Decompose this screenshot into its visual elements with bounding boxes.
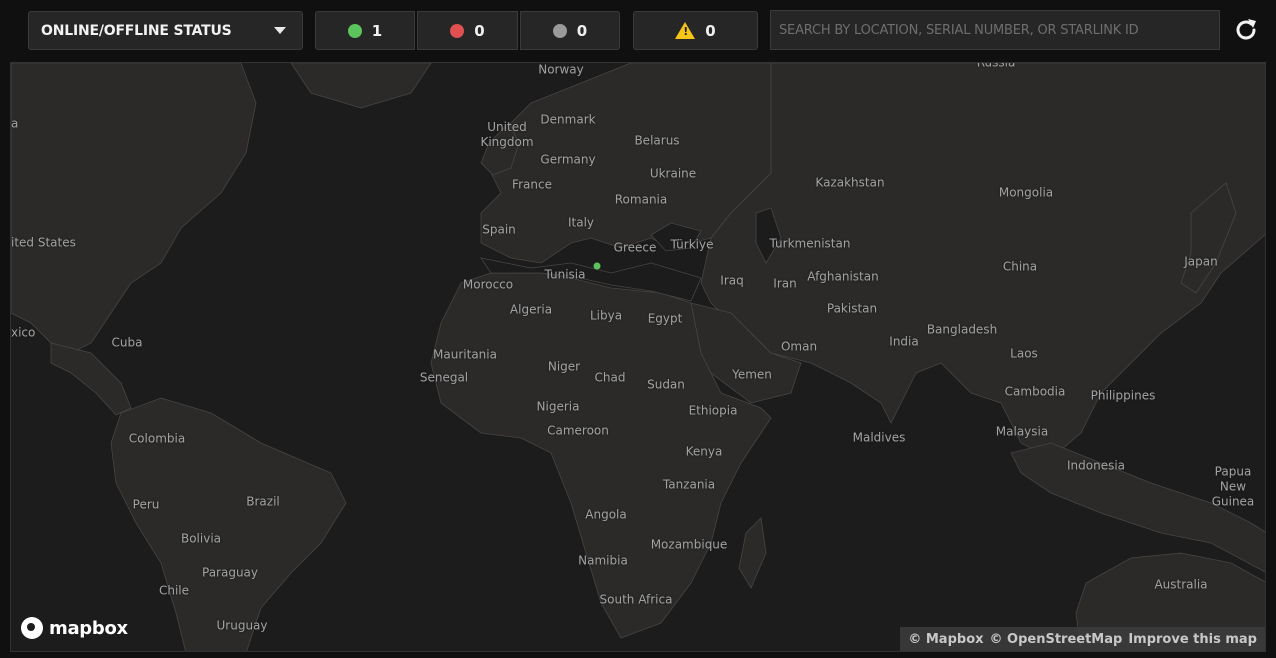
map-label-pakistan: Pakistan: [826, 301, 878, 316]
map-label-uruguay: Uruguay: [216, 618, 268, 633]
map-label-chile: Chile: [158, 583, 190, 598]
world-map[interactable]: Norway Russia United Kingdom Denmark Bel…: [10, 62, 1266, 652]
map-label-mongolia: Mongolia: [998, 185, 1054, 200]
map-label-colombia: Colombia: [128, 431, 186, 446]
map-label-kenya: Kenya: [685, 444, 723, 459]
map-label-peru: Peru: [132, 497, 160, 512]
map-label-italy: Italy: [567, 215, 595, 230]
online-count: 1: [371, 21, 383, 40]
map-label-niger: Niger: [547, 359, 581, 374]
map-label-indonesia: Indonesia: [1066, 458, 1126, 473]
map-label-paraguay: Paraguay: [201, 565, 259, 580]
map-label-angola: Angola: [585, 507, 627, 522]
map-label-norway: Norway: [538, 62, 584, 77]
map-label-japan: Japan: [1184, 254, 1218, 269]
map-label-a-edge: a: [11, 116, 19, 131]
map-label-namibia: Namibia: [578, 553, 628, 568]
search-input[interactable]: [770, 10, 1220, 50]
map-label-laos: Laos: [1010, 346, 1038, 361]
map-label-china: China: [1002, 259, 1038, 274]
map-label-malaysia: Malaysia: [995, 424, 1049, 439]
map-label-germany: Germany: [540, 152, 596, 167]
map-label-spain: Spain: [482, 222, 516, 237]
map-label-iran: Iran: [773, 276, 797, 291]
alerts-count: 0: [705, 21, 716, 40]
map-label-united-states: ited States: [11, 235, 76, 250]
map-label-afghanistan: Afghanistan: [807, 269, 879, 284]
map-label-greece: Greece: [613, 240, 657, 255]
map-label-iraq: Iraq: [720, 273, 744, 288]
status-filter-label: ONLINE/OFFLINE STATUS: [41, 22, 232, 39]
map-label-belarus: Belarus: [634, 133, 680, 148]
map-label-papua-new-guinea: Papua New Guinea: [1211, 464, 1255, 509]
map-label-cambodia: Cambodia: [1004, 384, 1066, 399]
online-dot-icon: [347, 23, 362, 38]
mapbox-logo-icon: [21, 617, 43, 639]
map-landmass: [11, 63, 1265, 651]
map-label-france: France: [512, 177, 552, 192]
attribution-osm-link[interactable]: © OpenStreetMap: [990, 632, 1123, 647]
alerts-count-button[interactable]: 0: [633, 11, 758, 50]
map-label-nigeria: Nigeria: [536, 399, 580, 414]
map-label-russia: Russia: [976, 62, 1016, 70]
map-label-sudan: Sudan: [647, 377, 685, 392]
map-label-turkiye: Türkiye: [670, 237, 714, 252]
map-label-senegal: Senegal: [419, 370, 469, 385]
warning-icon: [675, 22, 696, 39]
map-label-ukraine: Ukraine: [649, 166, 697, 181]
attribution-mapbox-link[interactable]: © Mapbox: [908, 632, 983, 647]
map-label-mauritania: Mauritania: [433, 347, 497, 362]
map-label-egypt: Egypt: [647, 311, 683, 326]
map-label-romania: Romania: [614, 192, 668, 207]
map-label-brazil: Brazil: [246, 494, 280, 509]
mapbox-logo[interactable]: mapbox: [21, 617, 128, 639]
map-label-ethiopia: Ethiopia: [688, 403, 738, 418]
map-label-mozambique: Mozambique: [650, 537, 728, 552]
refresh-icon[interactable]: [1232, 16, 1260, 44]
map-label-morocco: Morocco: [462, 277, 514, 292]
unknown-dot-icon: [552, 23, 567, 38]
chevron-down-icon: [274, 27, 286, 34]
map-label-cameroon: Cameroon: [547, 423, 609, 438]
unknown-count: 0: [576, 21, 588, 40]
offline-count-button[interactable]: 0: [417, 11, 518, 50]
starlink-marker-online[interactable]: [593, 262, 601, 270]
map-label-philippines: Philippines: [1090, 388, 1156, 403]
map-label-yemen: Yemen: [732, 367, 772, 382]
toolbar: ONLINE/OFFLINE STATUS 1 0 0 0: [0, 0, 1276, 62]
map-label-libya: Libya: [589, 308, 623, 323]
unknown-count-button[interactable]: 0: [520, 11, 620, 50]
map-label-tunisia: Tunisia: [544, 267, 586, 282]
offline-count: 0: [474, 21, 485, 40]
map-label-turkmenistan: Turkmenistan: [769, 236, 851, 251]
map-label-denmark: Denmark: [540, 112, 596, 127]
map-label-australia: Australia: [1154, 577, 1208, 592]
map-label-kazakhstan: Kazakhstan: [815, 175, 885, 190]
online-count-button[interactable]: 1: [315, 11, 415, 50]
map-label-maldives: Maldives: [852, 430, 906, 445]
map-label-south-africa: South Africa: [599, 592, 673, 607]
map-attribution: © Mapbox © OpenStreetMap Improve this ma…: [900, 627, 1265, 651]
map-label-bolivia: Bolivia: [180, 531, 222, 546]
map-label-algeria: Algeria: [509, 302, 553, 317]
mapbox-logo-text: mapbox: [49, 617, 128, 639]
map-label-oman: Oman: [780, 339, 818, 354]
improve-map-link[interactable]: Improve this map: [1128, 632, 1257, 647]
map-label-cuba: Cuba: [111, 335, 143, 350]
map-label-mexico: xico: [11, 325, 36, 340]
map-label-chad: Chad: [594, 370, 626, 385]
offline-dot-icon: [450, 23, 465, 38]
map-label-united-kingdom: United Kingdom: [480, 120, 534, 149]
map-label-tanzania: Tanzania: [662, 477, 716, 492]
map-label-india: India: [889, 334, 919, 349]
map-label-bangladesh: Bangladesh: [926, 322, 998, 337]
status-filter-dropdown[interactable]: ONLINE/OFFLINE STATUS: [28, 11, 303, 50]
